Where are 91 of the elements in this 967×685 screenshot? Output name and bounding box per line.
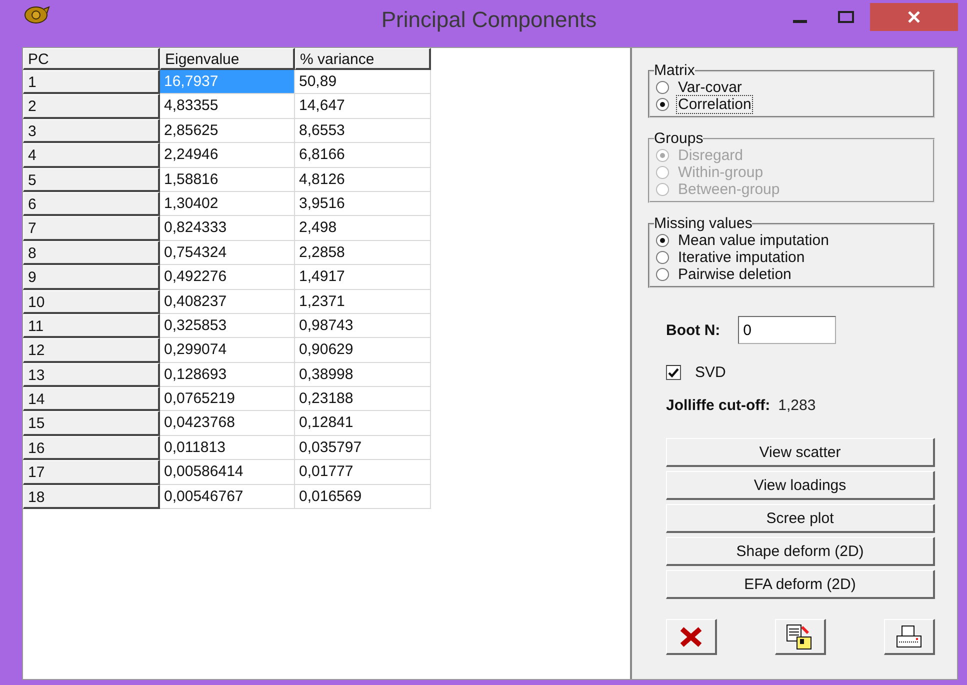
radio-button[interactable] bbox=[656, 234, 669, 247]
row-header: 1 bbox=[23, 70, 160, 94]
table-cell[interactable]: 0,492276 bbox=[160, 265, 295, 290]
group-title: Missing values bbox=[654, 215, 752, 232]
table-cell[interactable]: 0,0765219 bbox=[160, 387, 295, 412]
row-header: 11 bbox=[23, 314, 160, 338]
radio-button[interactable] bbox=[656, 251, 669, 264]
radio-label[interactable]: Iterative imputation bbox=[677, 249, 806, 266]
table-cell[interactable]: 4,8126 bbox=[295, 168, 431, 192]
minimize-icon bbox=[793, 20, 807, 23]
table-cell[interactable]: 1,58816 bbox=[160, 168, 295, 192]
action-button[interactable]: Scree plot bbox=[666, 504, 935, 533]
table-cell[interactable]: 0,754324 bbox=[160, 240, 295, 266]
maximize-icon bbox=[838, 10, 854, 22]
boot-label: Boot N: bbox=[666, 322, 720, 338]
table-cell[interactable]: 0,128693 bbox=[160, 362, 295, 388]
table-cell[interactable]: 2,498 bbox=[295, 216, 431, 241]
table-cell[interactable]: 2,2858 bbox=[295, 240, 431, 266]
table-cell[interactable]: 0,90629 bbox=[295, 338, 431, 363]
table-cell[interactable]: 0,0423768 bbox=[160, 411, 295, 436]
table-cell[interactable]: 0,00546767 bbox=[160, 484, 295, 510]
shell-icon bbox=[24, 4, 50, 24]
printer-icon bbox=[894, 624, 924, 650]
table-cell[interactable]: 14,647 bbox=[295, 94, 431, 119]
cancel-button[interactable] bbox=[666, 619, 717, 655]
print-button[interactable] bbox=[884, 619, 935, 655]
table-cell[interactable]: 50,89 bbox=[295, 70, 431, 94]
row-header: 2 bbox=[23, 94, 160, 119]
row-header: 16 bbox=[23, 436, 160, 460]
window-title: Principal Components bbox=[380, 6, 598, 32]
radio-button[interactable] bbox=[656, 81, 669, 94]
row-header: 7 bbox=[23, 216, 160, 241]
column-header[interactable]: % variance bbox=[295, 48, 431, 70]
row-header: 8 bbox=[23, 240, 160, 266]
column-header[interactable]: PC bbox=[23, 48, 160, 70]
radio-label[interactable]: Var-covar bbox=[677, 79, 743, 96]
close-icon bbox=[907, 10, 921, 24]
row-header: 10 bbox=[23, 290, 160, 314]
svd-checkbox[interactable] bbox=[666, 365, 681, 380]
radio-button[interactable] bbox=[656, 268, 669, 281]
radio-label[interactable]: Pairwise deletion bbox=[677, 266, 792, 283]
row-header: 9 bbox=[23, 265, 160, 290]
table-cell[interactable]: 1,4917 bbox=[295, 265, 431, 290]
table-cell[interactable]: 0,12841 bbox=[295, 411, 431, 436]
action-button[interactable]: EFA deform (2D) bbox=[666, 570, 935, 599]
row-header: 4 bbox=[23, 143, 160, 168]
action-button[interactable]: View scatter bbox=[666, 438, 935, 467]
table-cell[interactable]: 2,85625 bbox=[160, 118, 295, 144]
row-header: 17 bbox=[23, 460, 160, 485]
boot-input-field[interactable]: 0 bbox=[738, 316, 836, 344]
table-cell[interactable]: 0,299074 bbox=[160, 338, 295, 363]
table-cell[interactable]: 8,6553 bbox=[295, 118, 431, 144]
table-cell[interactable]: 0,824333 bbox=[160, 216, 295, 241]
action-button[interactable]: View loadings bbox=[666, 471, 935, 500]
table-cell[interactable]: 0,38998 bbox=[295, 362, 431, 388]
row-header: 18 bbox=[23, 484, 160, 510]
group-title: Matrix bbox=[654, 62, 695, 79]
close-icon bbox=[679, 626, 703, 646]
row-header: 15 bbox=[23, 411, 160, 436]
radio-label[interactable]: Mean value imputation bbox=[677, 232, 830, 249]
table-cell[interactable]: 0,00586414 bbox=[160, 460, 295, 485]
table-cell[interactable]: 0,011813 bbox=[160, 436, 295, 460]
row-header: 12 bbox=[23, 338, 160, 363]
svd-label: SVD bbox=[695, 364, 726, 381]
table-cell[interactable]: 6,8166 bbox=[295, 143, 431, 168]
row-header: 14 bbox=[23, 387, 160, 412]
radio-button[interactable] bbox=[656, 98, 669, 111]
radio-label[interactable]: Correlation bbox=[677, 96, 752, 113]
table-cell[interactable]: 0,23188 bbox=[295, 387, 431, 412]
table-cell[interactable]: 4,83355 bbox=[160, 94, 295, 119]
row-header: 13 bbox=[23, 362, 160, 388]
table-cell[interactable]: 0,035797 bbox=[295, 436, 431, 460]
jolliffe-label: Jolliffe cut-off: bbox=[666, 397, 770, 414]
table-cell[interactable]: 0,98743 bbox=[295, 314, 431, 338]
table-cell[interactable]: 2,24946 bbox=[160, 143, 295, 168]
row-header: 3 bbox=[23, 118, 160, 144]
action-button[interactable]: Shape deform (2D) bbox=[666, 537, 935, 566]
row-header: 6 bbox=[23, 192, 160, 216]
table-cell[interactable]: 0,325853 bbox=[160, 314, 295, 338]
table-cell[interactable]: 3,9516 bbox=[295, 192, 431, 216]
table-cell[interactable]: 1,30402 bbox=[160, 192, 295, 216]
table-cell[interactable]: 0,408237 bbox=[160, 290, 295, 314]
table-cell[interactable]: 0,016569 bbox=[295, 484, 431, 510]
table-cell[interactable]: 0,01777 bbox=[295, 460, 431, 485]
copy-button[interactable] bbox=[775, 619, 826, 655]
column-header[interactable]: Eigenvalue bbox=[160, 48, 295, 70]
row-header: 5 bbox=[23, 168, 160, 192]
table-cell[interactable]: 1,2371 bbox=[295, 290, 431, 314]
close-button[interactable] bbox=[870, 2, 958, 30]
group-title: Groups bbox=[654, 130, 704, 147]
jolliffe-value: 1,283 bbox=[778, 397, 816, 414]
